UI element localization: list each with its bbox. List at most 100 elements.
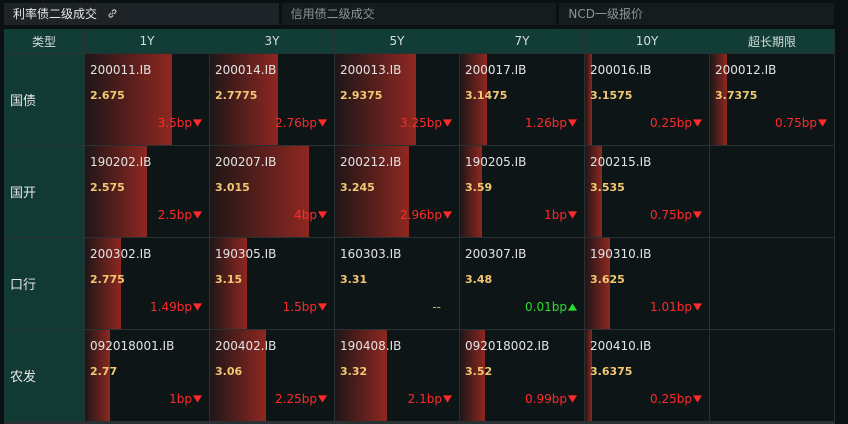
bond-cell[interactable]: 200307.IB 3.48 0.01bp (460, 238, 584, 329)
bond-cell[interactable]: 190305.IB 3.15 1.5bp (210, 238, 334, 329)
triangle-down-icon (443, 395, 452, 403)
bond-code: 200307.IB (465, 247, 527, 261)
tab-rate-bond-trades[interactable]: 利率债二级成交 (4, 3, 279, 25)
bond-code: 190202.IB (90, 155, 152, 169)
bond-code: 200302.IB (90, 247, 152, 261)
bond-cell[interactable]: 200410.IB 3.6375 0.25bp (585, 330, 709, 421)
bond-yield: 3.1575 (590, 89, 633, 102)
header-tenor-5y[interactable]: 5Y (335, 29, 459, 53)
bond-cell[interactable]: 092018002.IB 3.52 0.99bp (460, 330, 584, 421)
row-label: 国开 (4, 146, 84, 237)
bond-code: 200017.IB (465, 63, 527, 77)
triangle-down-icon (443, 211, 452, 219)
tab-label: NCD一级报价 (568, 7, 643, 21)
yield-change-value: 2.96bp (400, 208, 442, 222)
yield-change: 1bp (169, 392, 202, 406)
yield-change: 4bp (294, 208, 327, 222)
bond-code: 200212.IB (340, 155, 402, 169)
bond-code: 190310.IB (590, 247, 652, 261)
bond-yield: 3.6375 (590, 365, 633, 378)
bond-cell[interactable]: 092018001.IB 2.77 1bp (85, 330, 209, 421)
yield-change: 0.25bp (650, 392, 702, 406)
triangle-down-icon (318, 211, 327, 219)
bond-cell[interactable]: 200212.IB 3.245 2.96bp (335, 146, 459, 237)
header-tenor-3y[interactable]: 3Y (210, 29, 334, 53)
yield-change-value: 2.5bp (157, 208, 192, 222)
bond-code: 200012.IB (715, 63, 777, 77)
bond-code: 092018002.IB (465, 339, 550, 353)
triangle-up-icon (568, 303, 577, 311)
tab-credit-bond-trades[interactable]: 信用债二级成交 (281, 3, 557, 25)
yield-change: 1.26bp (525, 116, 577, 130)
header-tenor-long[interactable]: 超长期限 (710, 29, 834, 53)
bond-code: 190408.IB (340, 339, 402, 353)
triangle-down-icon (443, 119, 452, 127)
bond-cell[interactable]: 200302.IB 2.775 1.49bp (85, 238, 209, 329)
bond-cell[interactable]: 200016.IB 3.1575 0.25bp (585, 54, 709, 145)
triangle-down-icon (568, 119, 577, 127)
bond-yield: 3.31 (340, 273, 368, 286)
bond-code: 190205.IB (465, 155, 527, 169)
triangle-down-icon (318, 119, 327, 127)
bond-code: 160303.IB (340, 247, 402, 261)
bond-yield: 2.575 (90, 181, 125, 194)
header-type: 类型 (4, 29, 84, 53)
header-tenor-7y[interactable]: 7Y (460, 29, 584, 53)
bond-yield: 3.7375 (715, 89, 758, 102)
bond-code: 092018001.IB (90, 339, 175, 353)
yield-change-value: 0.25bp (650, 116, 692, 130)
header-tenor-1y[interactable]: 1Y (85, 29, 209, 53)
yield-change: 0.99bp (525, 392, 577, 406)
bond-yield: 2.775 (90, 273, 125, 286)
bond-cell[interactable]: 190202.IB 2.575 2.5bp (85, 146, 209, 237)
bond-yield: 2.9375 (340, 89, 383, 102)
bond-cell[interactable]: 190310.IB 3.625 1.01bp (585, 238, 709, 329)
yield-change: 1.5bp (283, 300, 327, 314)
bond-cell[interactable]: 200013.IB 2.9375 3.25bp (335, 54, 459, 145)
triangle-down-icon (193, 211, 202, 219)
yield-change: 2.1bp (408, 392, 452, 406)
bond-code: 200014.IB (215, 63, 277, 77)
yield-change-value: 0.75bp (650, 208, 692, 222)
yield-change: 0.25bp (650, 116, 702, 130)
bond-cell[interactable]: 160303.IB 3.31 -- (335, 238, 459, 329)
bond-yield: 3.245 (340, 181, 375, 194)
header-tenor-10y[interactable]: 10Y (585, 29, 709, 53)
bond-yield: 3.1475 (465, 89, 508, 102)
triangle-down-icon (693, 119, 702, 127)
yield-change: 1bp (544, 208, 577, 222)
yield-change: 3.5bp (158, 116, 202, 130)
tab-ncd-quotes[interactable]: NCD一级报价 (559, 3, 835, 25)
yield-change-value: 4bp (294, 208, 317, 222)
yield-change-value: 1.49bp (150, 300, 192, 314)
triangle-down-icon (568, 211, 577, 219)
bond-yield: 3.52 (465, 365, 493, 378)
triangle-down-icon (693, 303, 702, 311)
bond-cell[interactable]: 200012.IB 3.7375 0.75bp (710, 54, 834, 145)
triangle-down-icon (318, 395, 327, 403)
bond-code: 200410.IB (590, 339, 652, 353)
bond-yield: 3.48 (465, 273, 493, 286)
bond-yield: 3.625 (590, 273, 625, 286)
link-icon[interactable] (107, 8, 118, 19)
bond-cell[interactable]: 200014.IB 2.7775 2.76bp (210, 54, 334, 145)
triangle-down-icon (193, 303, 202, 311)
bond-cell[interactable]: 190408.IB 3.32 2.1bp (335, 330, 459, 421)
bond-code: 200011.IB (90, 63, 152, 77)
bond-cell[interactable]: 190205.IB 3.59 1bp (460, 146, 584, 237)
yield-change-value: 1bp (169, 392, 192, 406)
bond-code: 200207.IB (215, 155, 277, 169)
yield-change-value: 2.76bp (275, 116, 317, 130)
bond-cell[interactable]: 200402.IB 3.06 2.25bp (210, 330, 334, 421)
bond-cell[interactable]: 200207.IB 3.015 4bp (210, 146, 334, 237)
yield-change-value: 0.25bp (650, 392, 692, 406)
triangle-down-icon (693, 211, 702, 219)
bond-cell[interactable]: 200215.IB 3.535 0.75bp (585, 146, 709, 237)
bond-cell[interactable]: 200011.IB 2.675 3.5bp (85, 54, 209, 145)
bond-cell[interactable]: 200017.IB 3.1475 1.26bp (460, 54, 584, 145)
bond-code: 190305.IB (215, 247, 277, 261)
bond-yield: 3.015 (215, 181, 250, 194)
bond-yield: 2.675 (90, 89, 125, 102)
empty-cell (710, 330, 834, 421)
yield-change-value: 1bp (544, 208, 567, 222)
